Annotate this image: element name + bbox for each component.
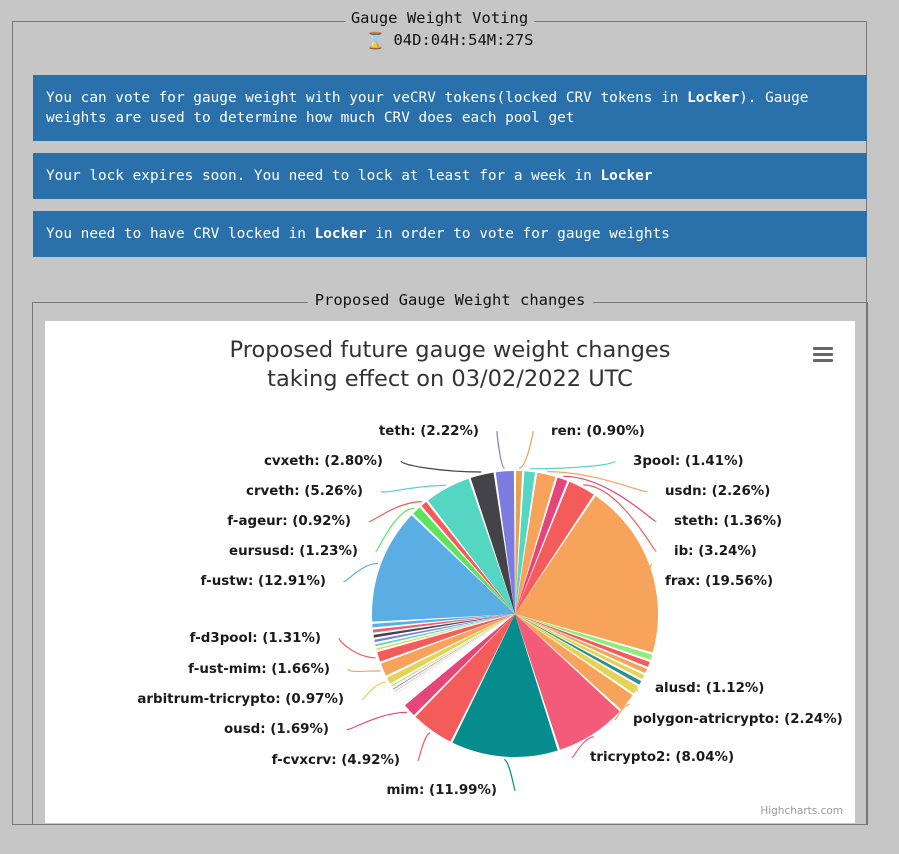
pie-data-label-polygon-atricrypto: polygon-atricrypto: (2.24%) xyxy=(633,712,843,727)
pie-data-label-ousd: ousd: (1.69%) xyxy=(224,722,329,737)
pie-connector-cvxeth xyxy=(400,460,482,473)
pie-data-label-steth: steth: (1.36%) xyxy=(674,514,782,529)
pie-data-label-crveth: crveth: (5.26%) xyxy=(246,484,363,499)
pie-data-label-arbitrum-tricrypto: arbitrum-tricrypto: (0.97%) xyxy=(137,692,344,707)
app-root: Gauge Weight Voting ⌛ 04D:04H:54M:27S You… xyxy=(0,0,899,854)
pie-connector-3pool xyxy=(530,460,616,470)
alert-text: in order to vote for gauge weights xyxy=(366,226,670,242)
alert-link-locker[interactable]: Locker xyxy=(601,168,653,184)
pie-data-label-mim: mim: (11.99%) xyxy=(386,783,497,798)
pie-connector-f-d3pool xyxy=(338,637,376,659)
pie-connector-ren xyxy=(518,430,534,469)
alert-lock-expiring: Your lock expires soon. You need to lock… xyxy=(33,153,867,199)
alert-text: Your lock expires soon. You need to lock… xyxy=(46,168,601,184)
pie-data-label-ren: ren: (0.90%) xyxy=(551,424,645,439)
highcharts-credits[interactable]: Highcharts.com xyxy=(760,805,843,817)
pie-connector-arbitrum-tricrypto xyxy=(361,681,386,701)
pie-data-label-f-ageur: f-ageur: (0.92%) xyxy=(227,514,351,529)
pie-connector-f-ustw xyxy=(343,562,379,582)
pie-data-label-ib: ib: (3.24%) xyxy=(674,544,757,559)
pie-data-label-teth: teth: (2.22%) xyxy=(379,424,479,439)
pie-data-label-alusd: alusd: (1.12%) xyxy=(655,681,764,696)
pie-connector-crveth xyxy=(380,484,446,493)
pie-data-label-usdn: usdn: (2.26%) xyxy=(665,484,770,499)
highcharts-container: Proposed future gauge weight changes tak… xyxy=(45,321,855,823)
pie-connector-teth xyxy=(496,430,506,469)
pie-connector-f-ust-mim xyxy=(347,668,381,673)
alert-link-locker[interactable]: Locker xyxy=(315,226,367,242)
panel-legend: Proposed Gauge Weight changes xyxy=(307,291,593,309)
pie-connector-ousd xyxy=(346,711,408,731)
pie-data-label-cvxeth: cvxeth: (2.80%) xyxy=(264,454,383,469)
pie-connector-alusd xyxy=(636,687,639,693)
page-title: Gauge Weight Voting xyxy=(344,9,535,27)
pie-chart[interactable]: teth: (2.22%) cvxeth: (2.80%) crveth: (5.2… xyxy=(45,321,855,823)
pie-data-label-tricrypto2: tricrypto2: (8.04%) xyxy=(590,750,734,765)
pie-connector-f-cvxcrv xyxy=(417,732,431,761)
pie-data-label-f-d3pool: f-d3pool: (1.31%) xyxy=(190,631,321,646)
alert-text: You can vote for gauge weight with your … xyxy=(46,90,688,106)
pie-data-label-f-ust-mim: f-ust-mim: (1.66%) xyxy=(188,662,330,677)
alert-need-crv-locked: You need to have CRV locked in Locker in… xyxy=(33,211,867,257)
pie-data-label-f-cvxcrv: f-cvxcrv: (4.92%) xyxy=(272,753,400,768)
alert-vote-info: You can vote for gauge weight with your … xyxy=(33,75,867,141)
hourglass-icon: ⌛ xyxy=(365,31,386,50)
pie-connector-mim xyxy=(503,759,516,791)
pie-data-label-f-ustw: f-ustw: (12.91%) xyxy=(201,574,326,589)
countdown-timer: ⌛ 04D:04H:54M:27S xyxy=(0,31,899,50)
pie-data-label-frax: frax: (19.56%) xyxy=(665,574,773,589)
pie-data-label-eursusd: eursusd: (1.23%) xyxy=(229,544,358,559)
countdown-value: 04D:04H:54M:27S xyxy=(393,31,534,49)
pie-data-label-3pool: 3pool: (1.41%) xyxy=(633,454,744,469)
alert-text: You need to have CRV locked in xyxy=(46,226,315,242)
alert-link-locker[interactable]: Locker xyxy=(687,90,739,106)
alert-list: You can vote for gauge weight with your … xyxy=(33,75,867,269)
